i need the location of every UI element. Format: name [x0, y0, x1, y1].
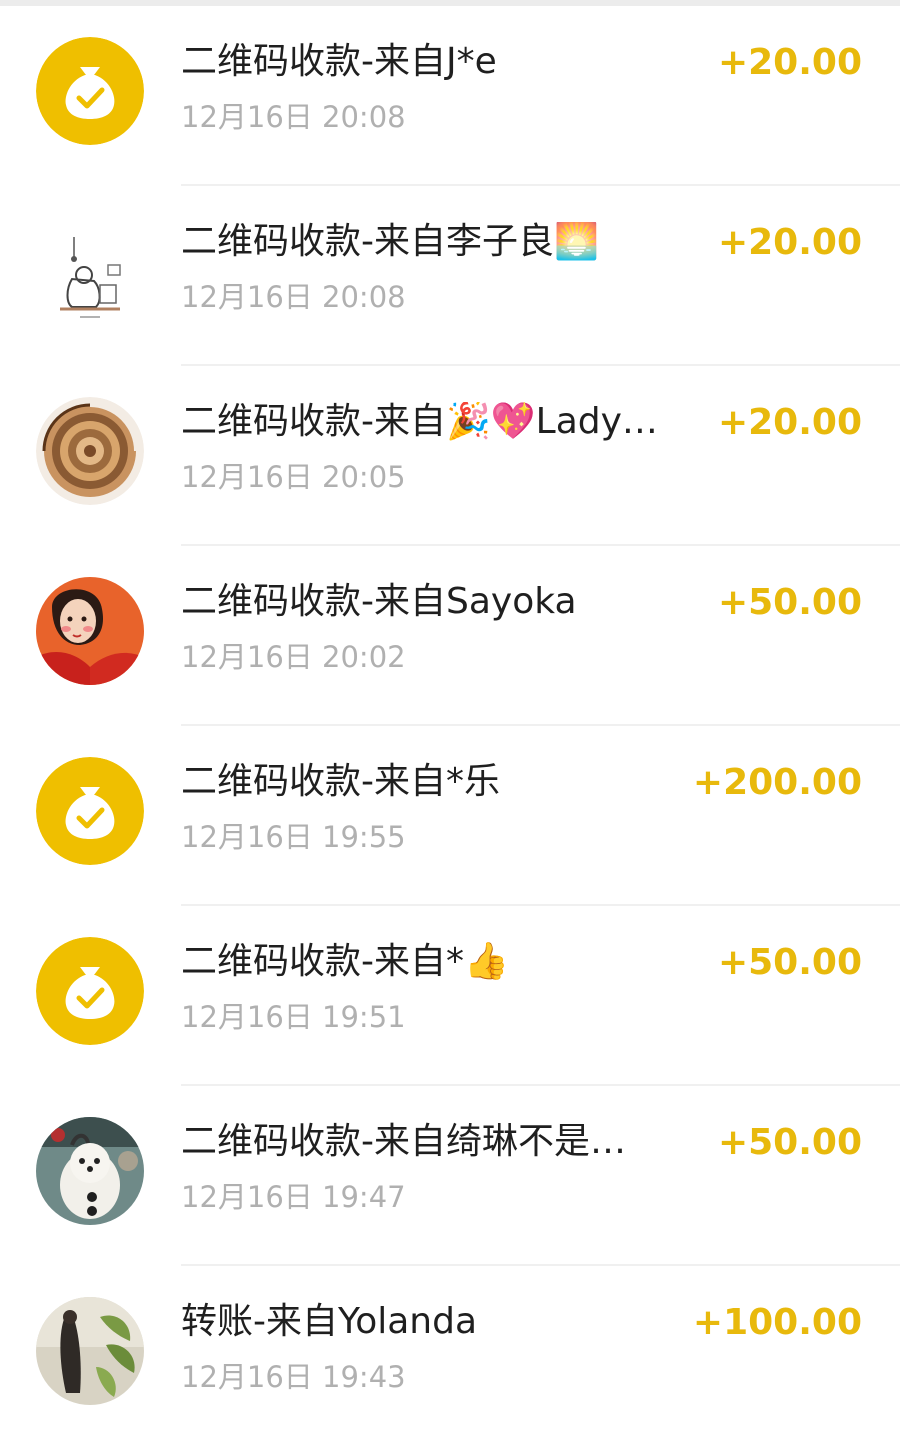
transaction-amount: +50.00 — [717, 1122, 862, 1163]
transaction-row[interactable]: 二维码收款-来自*👍 12月16日 19:51 +50.00 — [0, 906, 900, 1086]
transaction-row[interactable]: 二维码收款-来自Sayoka 12月16日 20:02 +50.00 — [0, 546, 900, 726]
transaction-row[interactable]: 二维码收款-来自绮琳不是… 12月16日 19:47 +50.00 — [0, 1086, 900, 1266]
transaction-amount: +20.00 — [717, 402, 862, 443]
transaction-time: 12月16日 19:43 — [181, 1360, 406, 1394]
transaction-title: 二维码收款-来自🎉💖Lady… — [181, 402, 658, 442]
money-bag-icon — [36, 937, 144, 1045]
transaction-amount: +20.00 — [717, 222, 862, 263]
transaction-amount: +50.00 — [717, 582, 862, 623]
transaction-row[interactable]: 转账-来自Yolanda 12月16日 19:43 +100.00 — [0, 1266, 900, 1446]
plant-avatar — [36, 1297, 144, 1405]
transaction-row[interactable]: 二维码收款-来自*乐 12月16日 19:55 +200.00 — [0, 726, 900, 906]
transaction-time: 12月16日 20:08 — [181, 280, 406, 314]
transaction-list: 二维码收款-来自J*e 12月16日 20:08 +20.00 二维码收款-来自… — [0, 6, 900, 1446]
money-bag-icon — [36, 37, 144, 145]
spiral-avatar — [36, 397, 144, 505]
transaction-row[interactable]: 二维码收款-来自李子良🌅 12月16日 20:08 +20.00 — [0, 186, 900, 366]
transaction-time: 12月16日 20:08 — [181, 100, 406, 134]
transaction-amount: +50.00 — [717, 942, 862, 983]
transaction-row[interactable]: 二维码收款-来自J*e 12月16日 20:08 +20.00 — [0, 6, 900, 186]
transaction-amount: +20.00 — [717, 42, 862, 83]
illustrated-girl-avatar — [36, 577, 144, 685]
sketch-avatar — [36, 217, 144, 325]
transaction-time: 12月16日 20:05 — [181, 460, 406, 494]
transaction-time: 12月16日 19:47 — [181, 1180, 406, 1214]
transaction-row[interactable]: 二维码收款-来自🎉💖Lady… 12月16日 20:05 +20.00 — [0, 366, 900, 546]
transaction-title: 二维码收款-来自*👍 — [181, 942, 509, 982]
dog-avatar — [36, 1117, 144, 1225]
transaction-title: 二维码收款-来自J*e — [181, 42, 497, 82]
transaction-time: 12月16日 20:02 — [181, 640, 406, 674]
transaction-amount: +200.00 — [692, 762, 862, 803]
transaction-amount: +100.00 — [692, 1302, 862, 1343]
transaction-title: 转账-来自Yolanda — [181, 1302, 478, 1342]
money-bag-icon — [36, 757, 144, 865]
transaction-time: 12月16日 19:55 — [181, 820, 406, 854]
transaction-title: 二维码收款-来自绮琳不是… — [181, 1122, 626, 1162]
transaction-time: 12月16日 19:51 — [181, 1000, 406, 1034]
transaction-title: 二维码收款-来自李子良🌅 — [181, 222, 599, 262]
transaction-title: 二维码收款-来自*乐 — [181, 762, 500, 802]
transaction-title: 二维码收款-来自Sayoka — [181, 582, 577, 622]
